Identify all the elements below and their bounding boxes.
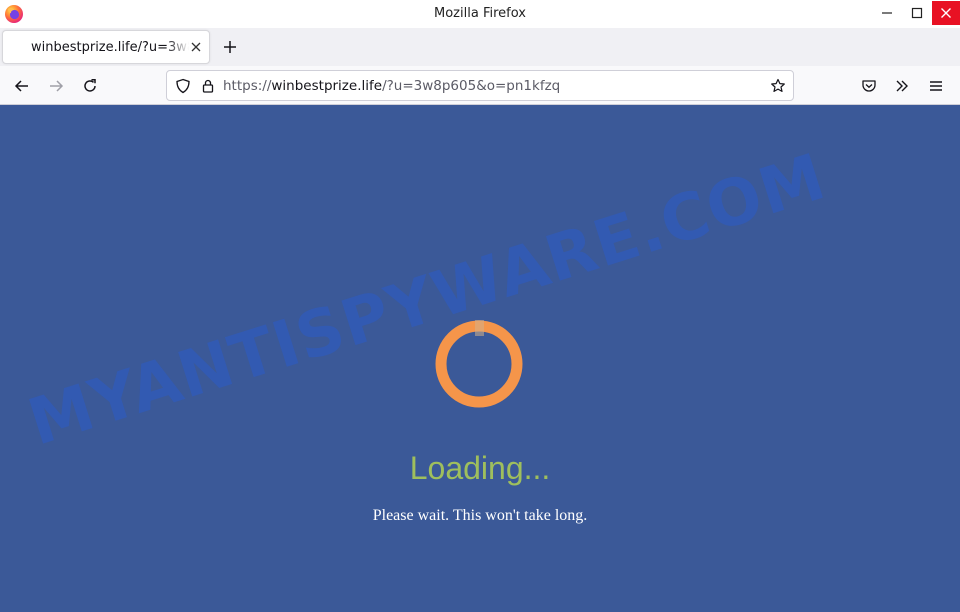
page-content: MYANTISPYWARE.COM Loading... Please wait… (0, 105, 960, 612)
new-tab-button[interactable] (220, 37, 240, 57)
forward-arrow-icon (50, 80, 64, 92)
reload-icon (84, 79, 96, 92)
url-host: winbestprize.life (271, 78, 383, 94)
pocket-icon (862, 80, 876, 92)
overflow-button[interactable] (891, 75, 913, 97)
forward-button[interactable] (45, 75, 67, 97)
close-window-button[interactable] (932, 1, 960, 25)
close-icon (941, 8, 951, 18)
tab-strip: winbestprize.life/?u=3w8p605&o=pn1kfzq (0, 28, 960, 66)
hamburger-menu-icon (930, 81, 942, 91)
url-scheme: https:// (223, 78, 272, 94)
tab-close-icon[interactable] (189, 40, 203, 54)
tab-title: winbestprize.life/?u=3w8p605&o=pn1kfzq (31, 40, 189, 55)
maximize-icon (911, 7, 923, 19)
minimize-icon (882, 12, 892, 14)
loading-spinner-icon (435, 320, 523, 408)
navigation-toolbar: https://winbestprize.life/?u=3w8p605&o=p… (0, 66, 960, 105)
window-title: Mozilla Firefox (434, 6, 526, 21)
url-bar[interactable]: https://winbestprize.life/?u=3w8p605&o=p… (166, 70, 794, 101)
url-text[interactable]: https://winbestprize.life/?u=3w8p605&o=p… (223, 78, 560, 94)
loading-text: Loading... (409, 450, 551, 486)
pocket-button[interactable] (858, 75, 880, 97)
watermark-text: MYANTISPYWARE.COM (20, 140, 835, 461)
lock-icon[interactable] (200, 78, 216, 94)
app-menu-button[interactable] (925, 75, 947, 97)
url-path: /?u=3w8p605&o=pn1kfzq (382, 78, 561, 94)
back-arrow-icon (14, 80, 28, 92)
reload-button[interactable] (79, 75, 101, 97)
back-button[interactable] (11, 75, 33, 97)
minimize-button[interactable] (872, 0, 902, 26)
shield-icon[interactable] (175, 78, 191, 94)
overflow-chevron-icon (896, 80, 908, 92)
plus-icon (224, 41, 236, 53)
bookmark-star-icon[interactable] (770, 78, 786, 94)
tab-active[interactable]: winbestprize.life/?u=3w8p605&o=pn1kfzq (2, 30, 210, 64)
please-wait-text: Please wait. This won't take long. (372, 507, 588, 524)
window-titlebar: Mozilla Firefox (0, 0, 960, 28)
maximize-button[interactable] (902, 0, 932, 26)
